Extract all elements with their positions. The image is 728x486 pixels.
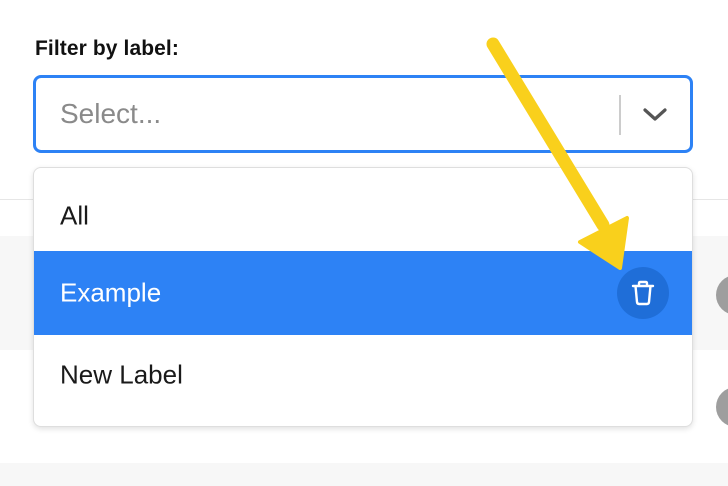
filter-label: Filter by label: — [35, 37, 179, 60]
label-select[interactable]: Select... — [33, 75, 693, 153]
option-label: New Label — [60, 359, 183, 390]
chevron-down-icon[interactable] — [632, 92, 678, 138]
option-all[interactable]: All — [34, 174, 692, 258]
background-list-row — [0, 463, 728, 486]
option-label: Example — [60, 277, 162, 308]
option-label: All — [60, 200, 89, 231]
select-placeholder: Select... — [60, 98, 162, 129]
dropdown-menu: All Example New Label — [33, 167, 693, 427]
option-new-label[interactable]: New Label — [34, 333, 692, 417]
option-example[interactable]: Example — [34, 251, 692, 335]
avatar — [716, 387, 728, 427]
select-separator — [619, 95, 621, 135]
trash-icon — [631, 280, 655, 306]
delete-label-button[interactable] — [617, 267, 669, 319]
